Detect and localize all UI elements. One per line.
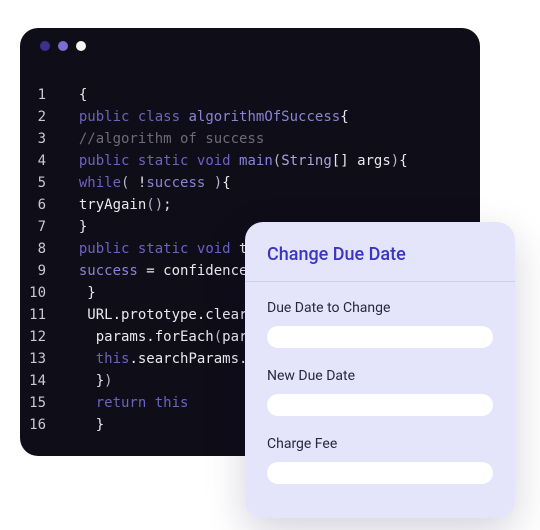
code-content: return this <box>62 392 188 414</box>
field-label: Due Date to Change <box>267 300 493 316</box>
code-line: 2 public class algorithmOfSuccess{ <box>20 106 480 128</box>
divider <box>245 281 515 282</box>
form-title: Change Due Date <box>267 244 493 281</box>
window-control-dot[interactable] <box>40 41 50 51</box>
code-content: while( !success ){ <box>62 172 231 194</box>
line-number: 10 <box>20 282 62 304</box>
line-number: 14 <box>20 370 62 392</box>
code-content: public static void tr <box>62 238 256 260</box>
line-number: 7 <box>20 216 62 238</box>
change-due-date-card: Change Due Date Due Date to Change New Du… <box>245 222 515 518</box>
window-control-dot[interactable] <box>58 41 68 51</box>
line-number: 11 <box>20 304 62 326</box>
code-content: } <box>62 216 87 238</box>
line-number: 5 <box>20 172 62 194</box>
code-content: }) <box>62 370 113 392</box>
code-content: } <box>62 282 96 304</box>
line-number: 3 <box>20 128 62 150</box>
field-label: Charge Fee <box>267 436 493 452</box>
code-content: this.searchParams.de <box>62 348 264 370</box>
code-content: public class algorithmOfSuccess{ <box>62 106 349 128</box>
window-control-dot[interactable] <box>76 41 86 51</box>
code-content: tryAgain(); <box>62 194 172 216</box>
text-input[interactable] <box>267 326 493 348</box>
code-content: URL.prototype.clear <box>62 304 256 326</box>
line-number: 8 <box>20 238 62 260</box>
code-content: params.forEach(param <box>62 326 264 348</box>
line-number: 6 <box>20 194 62 216</box>
line-number: 1 <box>20 84 62 106</box>
code-content: { <box>62 84 87 106</box>
code-line: 4 public static void main(String[] args)… <box>20 150 480 172</box>
code-line: 1 { <box>20 84 480 106</box>
code-content: //algorithm of success <box>62 128 264 150</box>
line-number: 13 <box>20 348 62 370</box>
code-content: } <box>62 414 104 436</box>
line-number: 15 <box>20 392 62 414</box>
code-line: 6 tryAgain(); <box>20 194 480 216</box>
code-line: 3 //algorithm of success <box>20 128 480 150</box>
window-titlebar <box>20 28 480 64</box>
line-number: 4 <box>20 150 62 172</box>
field-label: New Due Date <box>267 368 493 384</box>
code-line: 5 while( !success ){ <box>20 172 480 194</box>
line-number: 9 <box>20 260 62 282</box>
line-number: 12 <box>20 326 62 348</box>
text-input[interactable] <box>267 462 493 484</box>
code-content: success = confidence <box>62 260 256 282</box>
line-number: 16 <box>20 414 62 436</box>
text-input[interactable] <box>267 394 493 416</box>
code-content: public static void main(String[] args){ <box>62 150 408 172</box>
line-number: 2 <box>20 106 62 128</box>
